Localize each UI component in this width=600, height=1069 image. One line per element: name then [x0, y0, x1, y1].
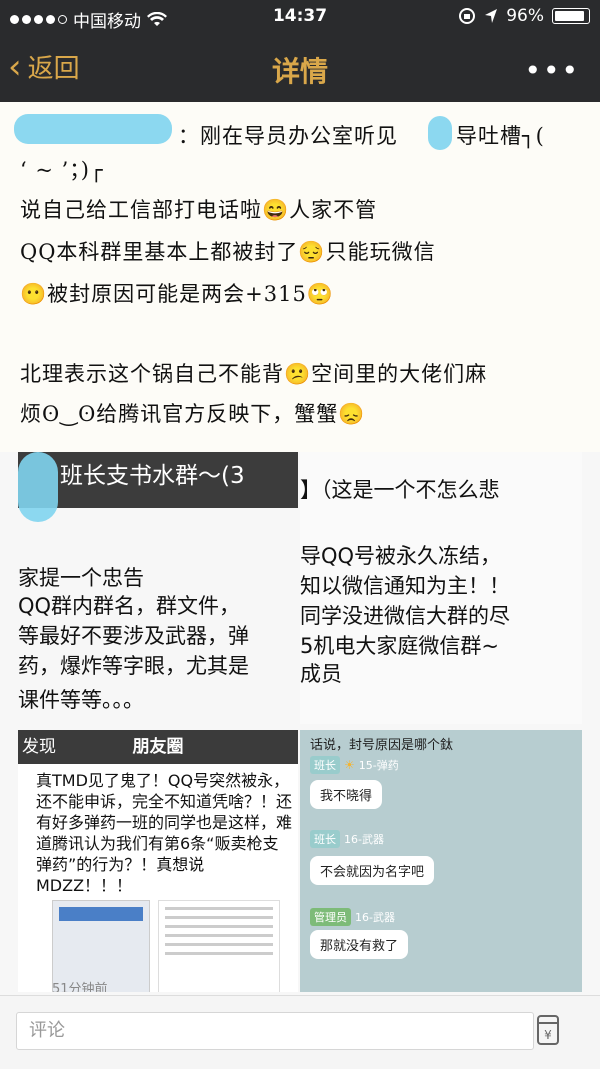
page-title: 详情 [271, 55, 328, 88]
status-bar: 中国移动 14:37 96% [0, 0, 600, 34]
tile-text: 等最好不要涉及武器，弹 [18, 624, 249, 648]
moment-image [158, 900, 280, 992]
image-tile[interactable]: 班长支书水群～(3 家提一个忠告 QQ群内群名，群文件， 等最好不要涉及武器，弹… [18, 452, 298, 727]
moment-text: 真TMD见了鬼了！QQ号突然被永，还不能申诉，完全不知道凭啥？！还有好多弹药一班… [36, 771, 293, 895]
location-icon [485, 9, 498, 23]
comment-input[interactable]: 评论 [16, 1012, 534, 1050]
tile-text: 成员 [300, 662, 342, 686]
tile-text: 课件等等。。。 [18, 688, 144, 712]
battery-percent: 96% [506, 6, 544, 26]
tile-text: 】（这是一个不怎么悲 [300, 478, 500, 502]
chat-bubble: 那就没有救了 [310, 930, 409, 959]
image-tile[interactable]: 话说，封号原因是哪个鈦 班长 ☀ 15-弹药 我不晓得 班长 16-武器 不会就因为名… [300, 730, 582, 992]
tile-text: 知以微信通知为主！！ [300, 574, 510, 598]
redaction-mark [18, 452, 58, 522]
redaction-mark [14, 114, 172, 144]
post-line: QQ本科群里基本上都被封了😔只能玩微信 [20, 240, 436, 264]
tile-text: 5机电大家庭微信群~ [300, 634, 499, 658]
svg-text:¥: ¥ [544, 1028, 552, 1042]
post-line: 烦ʘ‿ʘ给腾讯官方反映下，蟹蟹😞 [20, 402, 366, 426]
moments-bar: 发现 朋友圈 [18, 730, 298, 764]
chat-bubble: 不会就因为名字吧 [310, 856, 435, 885]
nav-bar: ‹ 返回 详情 ••• [0, 34, 600, 102]
moment-time: 51分钟前 [52, 982, 108, 992]
image-tile[interactable]: 】（这是一个不怎么悲 导QQ号被永久冻结， 知以微信通知为主！！ 同学没进微信大… [300, 452, 582, 724]
tile-text: 药，爆炸等字眼，尤其是 [18, 654, 249, 678]
post-line: 😶被封原因可能是两会+315🙄 [20, 282, 334, 306]
chat-message: 话说，封号原因是哪个鈦 [310, 738, 454, 753]
chat-sender: 班长 ☀ 15-弹药 [310, 756, 399, 774]
post-line: 北理表示这个锅自己不能背😕空间里的大佬们麻 [20, 362, 488, 386]
post-line: ‘ ~ ’；)┌ [20, 158, 104, 182]
rotation-lock-icon [459, 8, 476, 24]
post-line: 导吐槽┐( [456, 124, 545, 148]
chat-sender: 管理员 16-武器 [310, 908, 395, 926]
tile-text: 导QQ号被永久冻结， [300, 544, 502, 568]
moments-title: 朋友圈 [132, 737, 184, 757]
more-icon[interactable]: ••• [524, 54, 580, 87]
post-line: ：刚在导员办公室听见 [178, 124, 398, 148]
post-content: ：刚在导员办公室听见 导吐槽┐( ‘ ~ ’；)┌ 说自己给工信部打电话啦😄人家… [0, 102, 600, 452]
chat-sender: 班长 16-武器 [310, 830, 384, 848]
post-line: 说自己给工信部打电话啦😄人家不管 [20, 198, 378, 222]
group-chat-title: 班长支书水群～(3 [18, 452, 298, 508]
reward-icon[interactable]: ¥ [536, 1013, 560, 1047]
redaction-mark [428, 116, 452, 150]
chat-bubble: 我不晓得 [310, 780, 383, 809]
tile-text: 同学没进微信大群的尽 [300, 604, 510, 628]
tile-text: 家提一个忠告 [18, 566, 144, 590]
tile-text: QQ群内群名，群文件， [18, 594, 241, 618]
comment-bar: 评论 ¥ [0, 995, 600, 1069]
image-grid: 班长支书水群～(3 家提一个忠告 QQ群内群名，群文件， 等最好不要涉及武器，弹… [0, 452, 600, 992]
battery-icon [552, 8, 590, 24]
image-tile[interactable]: 发现 朋友圈 真TMD见了鬼了！QQ号突然被永，还不能申诉，完全不知道凭啥？！还… [18, 730, 298, 992]
